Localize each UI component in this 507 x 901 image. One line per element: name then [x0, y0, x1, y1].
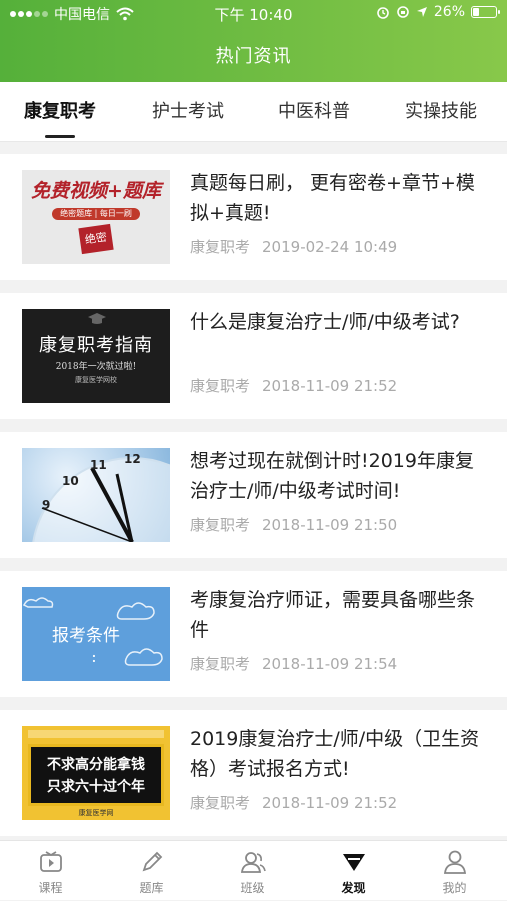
article-meta: 康复职考 2018-11-09 21:52 — [190, 792, 397, 813]
tabbar-item-discover[interactable]: 发现 — [303, 841, 404, 901]
thumb-subcaption: 2018年一次就过啦! — [55, 362, 137, 372]
bottom-tab-bar: 课程 题库 班级 发现 我的 — [0, 840, 507, 900]
article-item[interactable]: 10 11 12 9 想考过现在就倒计时!2019年康复治疗士/师/中级考试时间… — [0, 432, 507, 558]
article-meta: 康复职考 2018-11-09 21:52 — [190, 375, 397, 396]
thumb-subcaption: 绝密题库 | 每日一刷 — [52, 208, 140, 220]
article-title: 考康复治疗师证，需要具备哪些条件 — [190, 589, 476, 641]
article-meta: 康复职考 2019-02-24 10:49 — [190, 236, 397, 257]
article-time: 2019-02-24 10:49 — [262, 238, 398, 256]
article-source: 康复职考 — [190, 655, 251, 673]
alarm-icon — [377, 7, 389, 19]
tabbar-item-profile[interactable]: 我的 — [404, 841, 505, 901]
tab-tcm[interactable]: 中医科普 — [278, 82, 350, 142]
discover-icon — [342, 854, 365, 871]
tabbar-label: 我的 — [442, 881, 467, 895]
article-time: 2018-11-09 21:52 — [262, 377, 398, 395]
tab-rehab-exam[interactable]: 康复职考 — [24, 82, 96, 142]
article-source: 康复职考 — [190, 238, 251, 256]
pencil-icon — [142, 851, 162, 872]
article-time: 2018-11-09 21:50 — [262, 516, 398, 534]
article-thumbnail: 康复职考指南 2018年一次就过啦! 康复医学网校 — [22, 309, 170, 403]
article-title: 真题每日刷， 更有密卷+章节+模拟+真题! — [190, 172, 475, 224]
thumb-subcaption: : — [91, 647, 97, 666]
article-thumbnail: 不求高分能拿钱 只求六十过个年 康复医学网 — [22, 726, 170, 820]
article-time: 2018-11-09 21:54 — [262, 655, 398, 673]
article-time: 2018-11-09 21:52 — [262, 794, 398, 812]
article-thumbnail: 报考条件 : — [22, 587, 170, 681]
group-icon — [240, 852, 266, 873]
article-list: 免费视频+题库 绝密题库 | 每日一刷 绝密 真题每日刷， 更有密卷+章节+模拟… — [0, 142, 507, 840]
video-icon — [39, 851, 62, 872]
clock-number: 12 — [124, 452, 141, 466]
article-item[interactable]: 报考条件 : 考康复治疗师证，需要具备哪些条件 康复职考 2018-11-09 2… — [0, 571, 507, 697]
tab-practical-skills[interactable]: 实操技能 — [405, 82, 477, 142]
thumb-brand: 康复医学网校 — [75, 376, 117, 384]
article-thumbnail: 免费视频+题库 绝密题库 | 每日一刷 绝密 — [22, 170, 170, 264]
tabbar-label: 题库 — [139, 881, 164, 895]
article-item[interactable]: 免费视频+题库 绝密题库 | 每日一刷 绝密 真题每日刷， 更有密卷+章节+模拟… — [0, 154, 507, 280]
page-title: 热门资讯 — [215, 46, 292, 67]
article-thumbnail: 10 11 12 9 — [22, 448, 170, 542]
article-item[interactable]: 不求高分能拿钱 只求六十过个年 康复医学网 2019康复治疗士/师/中级（卫生资… — [0, 710, 507, 836]
graduation-cap-icon — [88, 313, 106, 324]
article-source: 康复职考 — [190, 516, 251, 534]
status-bar: 中国电信 下午 10:40 26% — [0, 0, 507, 26]
thumb-caption: 不求高分能拿钱 — [47, 757, 145, 773]
clock-number: 9 — [42, 498, 51, 512]
article-meta: 康复职考 2018-11-09 21:54 — [190, 653, 397, 674]
thumb-caption: 康复职考指南 — [39, 335, 153, 356]
battery-percent: 26% — [433, 4, 465, 20]
location-icon — [416, 7, 427, 17]
category-tabs: 康复职考 护士考试 中医科普 实操技能 — [0, 82, 507, 142]
tabbar-label: 课程 — [38, 881, 63, 895]
article-source: 康复职考 — [190, 377, 251, 395]
tabbar-label: 班级 — [240, 881, 265, 895]
thumb-strip — [28, 730, 164, 738]
clock-number: 11 — [90, 458, 107, 472]
article-item[interactable]: 康复职考指南 2018年一次就过啦! 康复医学网校 什么是康复治疗士/师/中级考… — [0, 293, 507, 419]
tabbar-item-class[interactable]: 班级 — [202, 841, 303, 901]
clock-number: 10 — [62, 474, 79, 488]
tabbar-item-question-bank[interactable]: 题库 — [101, 841, 202, 901]
article-meta: 康复职考 2018-11-09 21:50 — [190, 514, 397, 535]
thumb-subcaption: 只求六十过个年 — [47, 779, 145, 795]
tabbar-label: 发现 — [341, 881, 366, 895]
rotation-lock-icon — [397, 6, 409, 18]
battery-icon — [471, 6, 500, 18]
article-source: 康复职考 — [190, 794, 251, 812]
app-header: 中国电信 下午 10:40 26% 热门资讯 — [0, 0, 507, 82]
profile-icon — [443, 850, 466, 874]
article-title: 2019康复治疗士/师/中级（卫生资格）考试报名方式! — [190, 728, 480, 780]
thumb-stamp: 绝密 — [78, 223, 114, 255]
thumb-caption: 免费视频+题库 — [31, 180, 161, 202]
article-title: 什么是康复治疗士/师/中级考试? — [190, 311, 460, 333]
article-title: 想考过现在就倒计时!2019年康复治疗士/师/中级考试时间! — [190, 450, 474, 502]
thumb-caption: 报考条件 — [52, 626, 120, 646]
tabbar-item-courses[interactable]: 课程 — [0, 841, 101, 901]
tab-nurse-exam[interactable]: 护士考试 — [152, 82, 224, 142]
thumb-brand: 康复医学网 — [78, 809, 114, 817]
